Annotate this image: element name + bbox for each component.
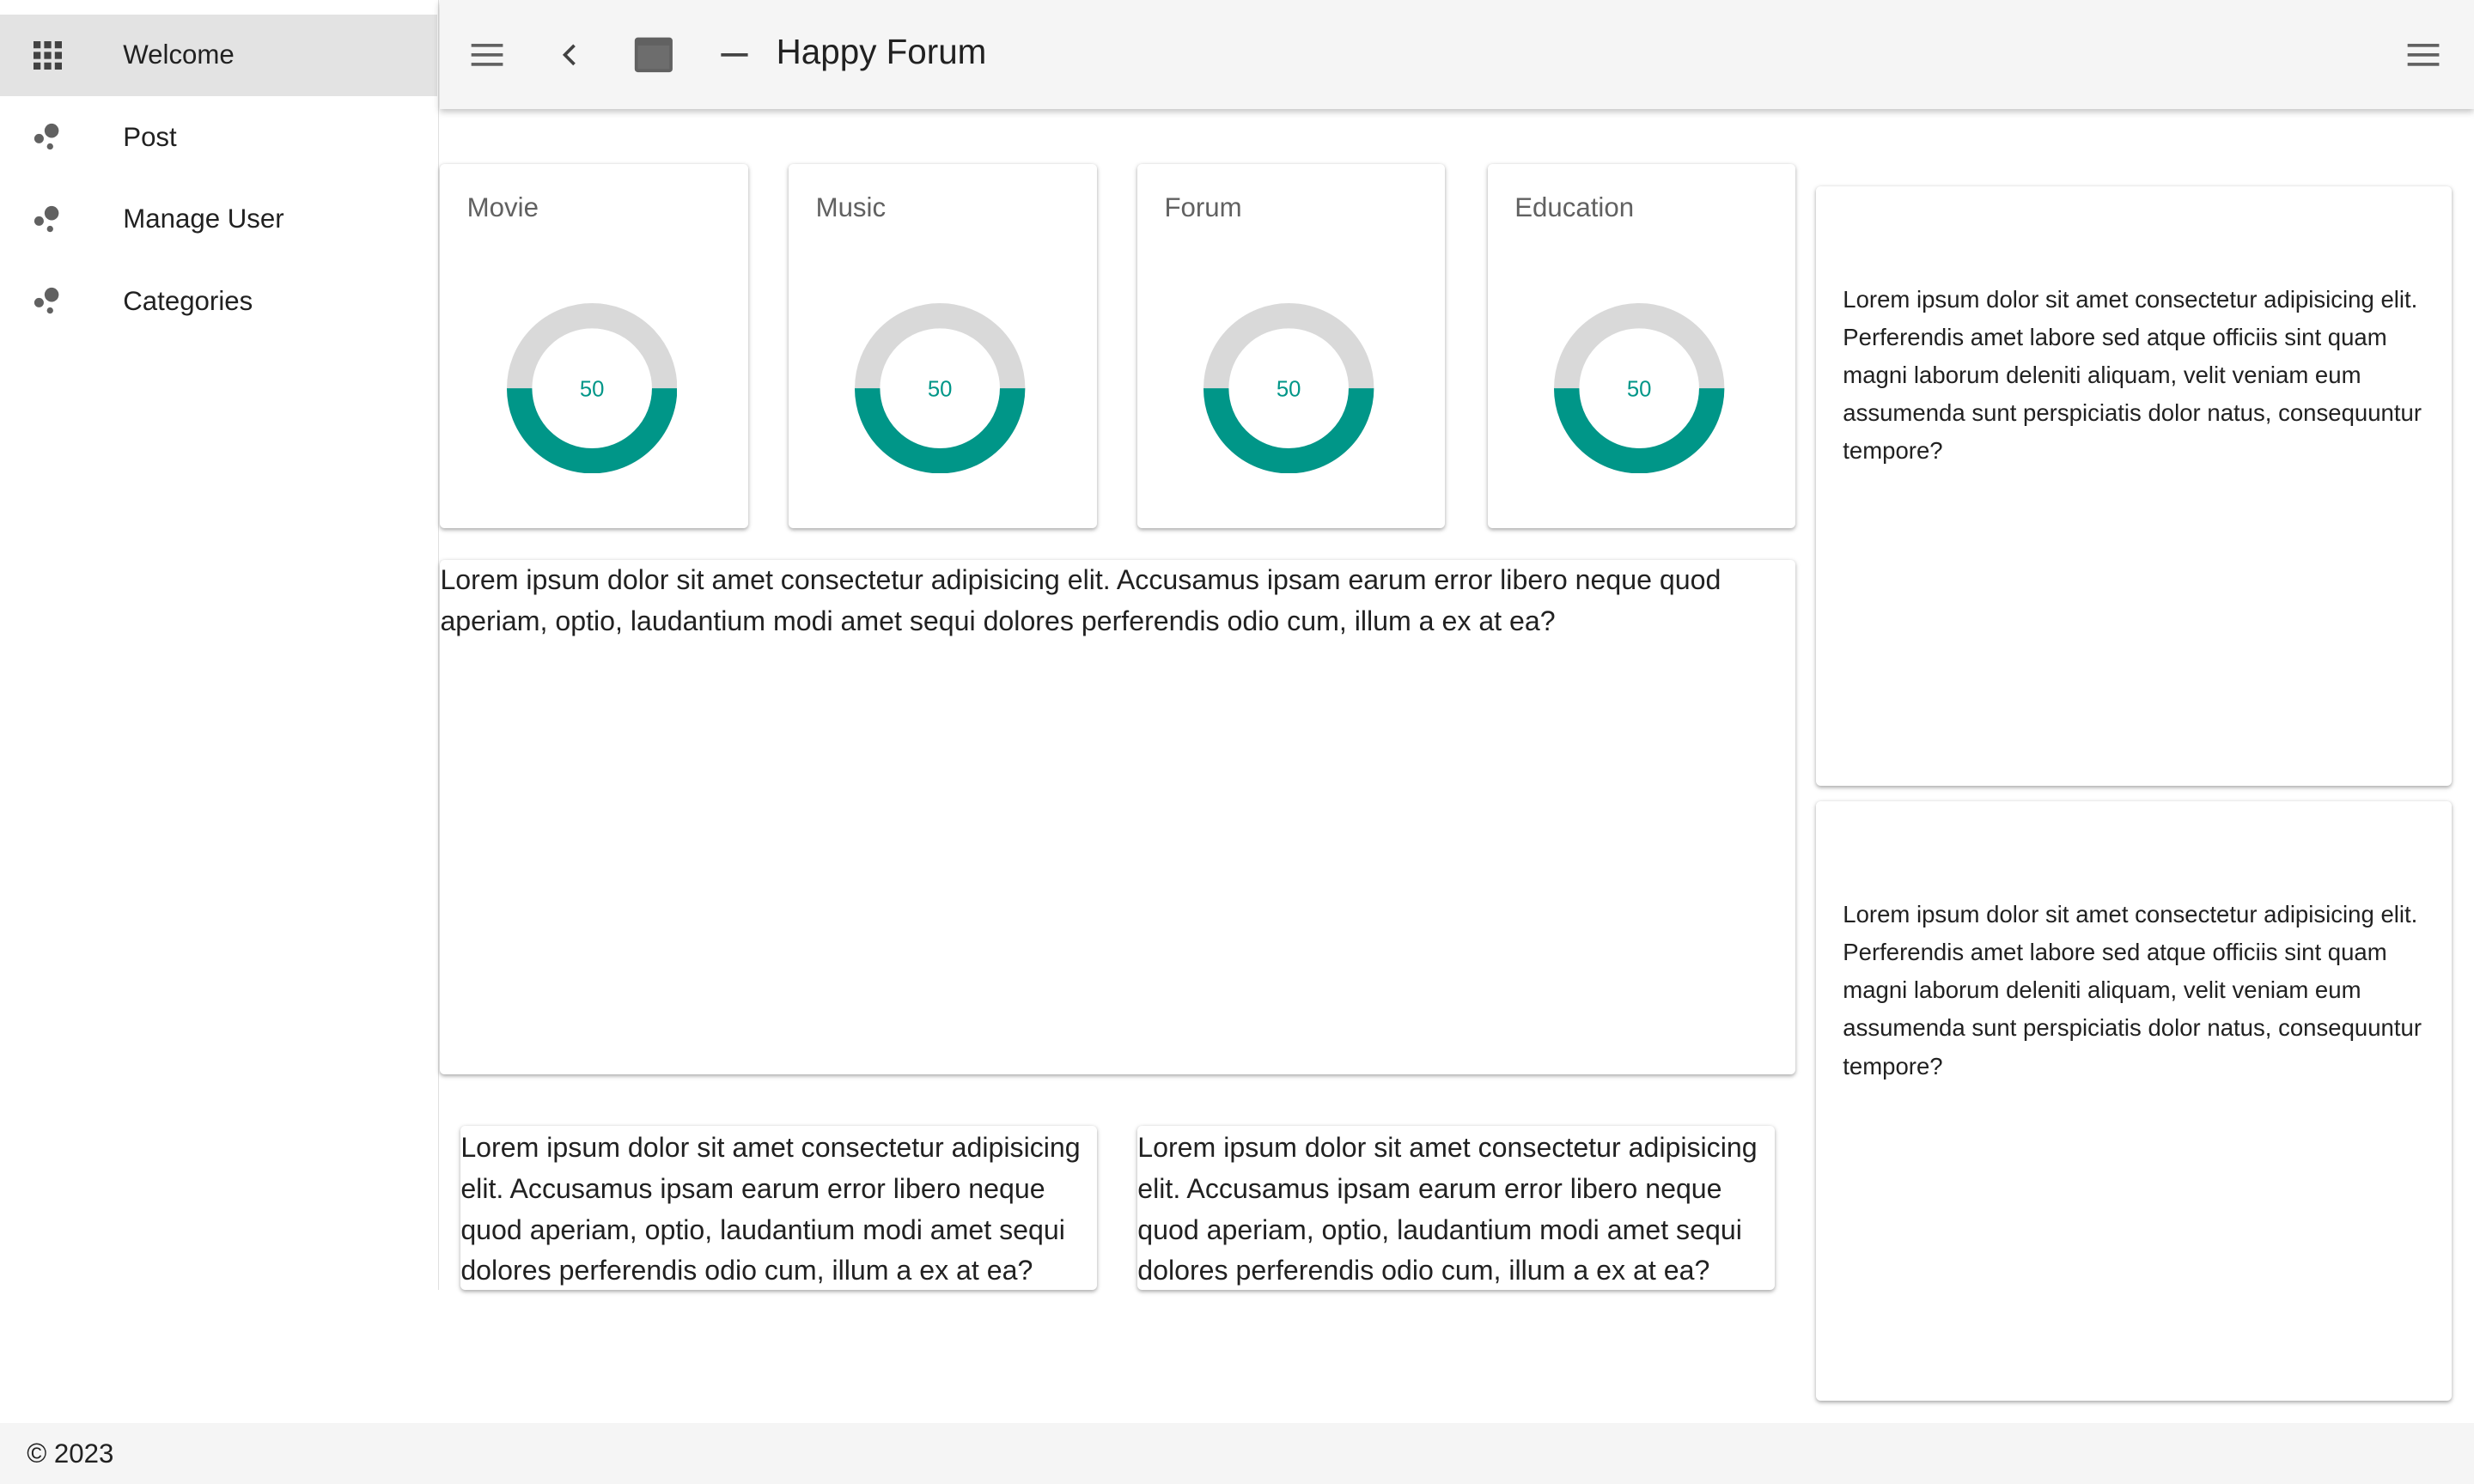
donut-value: 50 bbox=[1277, 377, 1301, 401]
app-title: Happy Forum bbox=[776, 31, 987, 71]
sidebar-item-post[interactable]: Post bbox=[0, 96, 437, 179]
sidebar-item-label: Welcome bbox=[123, 40, 235, 70]
bubbles-icon bbox=[34, 205, 58, 232]
bottom-card: Lorem ipsum dolor sit amet consectetur a… bbox=[1137, 1126, 1776, 1291]
main-text: Lorem ipsum dolor sit amet consectetur a… bbox=[440, 564, 1721, 636]
footer: © 2023 bbox=[0, 1422, 2474, 1484]
stat-card-forum: Forum 50 bbox=[1137, 164, 1446, 529]
side-card-text: Lorem ipsum dolor sit amet consectetur a… bbox=[1843, 285, 2422, 465]
chevron-left-icon[interactable] bbox=[551, 34, 592, 76]
stat-title: Forum bbox=[1164, 192, 1242, 223]
app-bar: Happy Forum bbox=[440, 0, 2474, 109]
sidebar-item-label: Post bbox=[123, 121, 177, 152]
donut-value: 50 bbox=[579, 377, 604, 401]
stat-title: Education bbox=[1514, 192, 1635, 223]
window-icon[interactable] bbox=[633, 34, 674, 76]
bottom-card: Lorem ipsum dolor sit amet consectetur a… bbox=[460, 1126, 1097, 1291]
progress-donut: 50 bbox=[506, 302, 677, 473]
side-card: Lorem ipsum dolor sit amet consectetur a… bbox=[1816, 801, 2453, 1401]
copyright-text: © 2023 bbox=[27, 1438, 114, 1469]
stat-title: Movie bbox=[466, 192, 539, 223]
main-text-card: Lorem ipsum dolor sit amet consectetur a… bbox=[440, 560, 1796, 1074]
sidebar-item-categories[interactable]: Categories bbox=[0, 260, 437, 343]
sidebar-item-welcome[interactable]: Welcome bbox=[0, 14, 437, 97]
menu-icon[interactable] bbox=[468, 34, 509, 76]
sidebar-item-label: Categories bbox=[123, 285, 253, 316]
minimize-icon[interactable] bbox=[715, 34, 756, 76]
side-card: Lorem ipsum dolor sit amet consectetur a… bbox=[1816, 186, 2453, 786]
stat-card-education: Education 50 bbox=[1488, 164, 1796, 529]
stat-card-movie: Movie 50 bbox=[440, 164, 748, 529]
sidebar: Welcome Post Manage User Categories bbox=[0, 0, 439, 1291]
donut-value: 50 bbox=[1627, 377, 1652, 401]
progress-donut: 50 bbox=[855, 302, 1026, 473]
bottom-card-text: Lorem ipsum dolor sit amet consectetur a… bbox=[1137, 1132, 1758, 1286]
bubbles-icon bbox=[34, 288, 58, 314]
progress-donut: 50 bbox=[1554, 302, 1725, 473]
donut-value: 50 bbox=[928, 377, 953, 401]
progress-donut: 50 bbox=[1203, 302, 1374, 473]
sidebar-item-manage-user[interactable]: Manage User bbox=[0, 179, 437, 261]
apps-grid-icon bbox=[33, 40, 62, 70]
menu-icon[interactable] bbox=[2404, 34, 2446, 76]
side-card-text: Lorem ipsum dolor sit amet consectetur a… bbox=[1843, 901, 2422, 1080]
stat-title: Music bbox=[815, 192, 887, 223]
sidebar-item-label: Manage User bbox=[123, 204, 284, 234]
stat-card-music: Music 50 bbox=[789, 164, 1097, 529]
bottom-card-text: Lorem ipsum dolor sit amet consectetur a… bbox=[460, 1132, 1081, 1286]
bubbles-icon bbox=[34, 124, 58, 150]
